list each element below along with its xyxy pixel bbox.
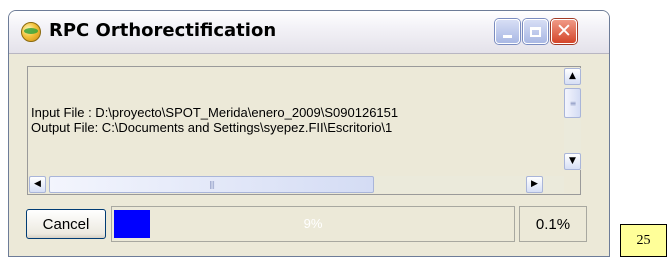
log-line-input: Input File : D:\proyecto\SPOT_Merida\ene… <box>31 105 399 120</box>
minimize-button[interactable] <box>495 19 520 44</box>
progress-text: 9% <box>303 216 323 231</box>
log-line-output: Output File: C:\Documents and Settings\s… <box>31 120 393 135</box>
title-bar[interactable]: RPC Orthorectification ✕ <box>9 11 609 54</box>
scroll-up-button[interactable]: ▲ <box>564 68 581 85</box>
scroll-right-button[interactable]: ▶ <box>526 176 543 193</box>
percent-readout: 0.1% <box>519 206 587 242</box>
grip-icon: ≡ <box>569 98 577 108</box>
maximize-button[interactable] <box>523 19 548 44</box>
cancel-button[interactable]: Cancel <box>26 209 106 239</box>
chevron-left-icon: ◀ <box>34 179 41 189</box>
minimize-icon <box>503 34 512 38</box>
vertical-scrollbar[interactable]: ▲ ≡ ▼ <box>564 68 581 170</box>
close-icon: ✕ <box>556 20 572 42</box>
log-text: Input File : D:\proyecto\SPOT_Merida\ene… <box>31 105 561 135</box>
maximize-icon <box>530 26 541 37</box>
grip-icon: ||| <box>208 180 215 189</box>
vertical-scroll-thumb[interactable]: ≡ <box>564 88 581 118</box>
status-row: Cancel 9% 0.1% <box>9 205 609 245</box>
chevron-down-icon: ▼ <box>569 156 576 166</box>
window-title: RPC Orthorectification <box>49 20 277 41</box>
scroll-left-button[interactable]: ◀ <box>29 176 46 193</box>
chevron-up-icon: ▲ <box>569 71 576 81</box>
close-button[interactable]: ✕ <box>551 19 577 44</box>
progress-bar: 9% <box>111 206 515 242</box>
dialog-window: RPC Orthorectification ✕ Input File : D:… <box>8 10 610 257</box>
horizontal-scrollbar[interactable]: ◀ ||| ▶ <box>29 176 564 193</box>
log-output-panel: Input File : D:\proyecto\SPOT_Merida\ene… <box>27 66 581 195</box>
page-number-badge: 25 <box>620 224 667 257</box>
globe-icon <box>21 22 41 42</box>
scroll-down-button[interactable]: ▼ <box>564 153 581 170</box>
horizontal-scroll-thumb[interactable]: ||| <box>49 176 374 193</box>
chevron-right-icon: ▶ <box>531 179 538 189</box>
